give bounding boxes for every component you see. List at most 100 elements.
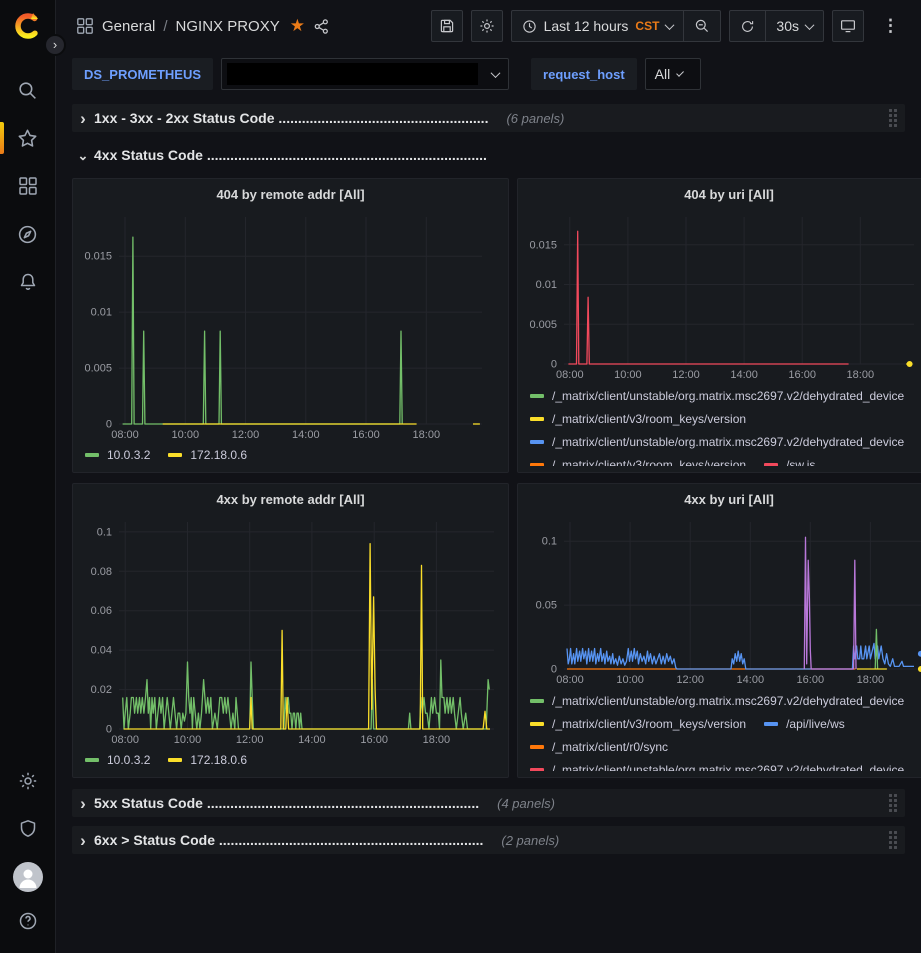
legend-label: 10.0.3.2 — [107, 448, 150, 462]
legend-item[interactable]: /_matrix/client/v3/room_keys/version — [530, 458, 746, 467]
time-series-chart[interactable]: 00.050.108:0010:0012:0014:0016:0018:00 — [518, 514, 921, 687]
legend-swatch — [764, 722, 778, 726]
row-panel-count: (6 panels) — [506, 111, 564, 126]
panel-404-by-uri: 404 by uri [All] 00.0050.010.01508:0010:… — [517, 178, 921, 473]
legend-item[interactable]: 10.0.3.2 — [85, 448, 150, 462]
chart-svg[interactable]: 00.0050.010.01508:0010:0012:0014:0016:00… — [79, 209, 490, 442]
time-series-chart[interactable]: 00.0050.010.01508:0010:0012:0014:0016:00… — [73, 209, 508, 442]
svg-text:16:00: 16:00 — [352, 429, 380, 441]
panel-legend: /_matrix/client/unstable/org.matrix.msc2… — [518, 382, 921, 466]
dashboard-settings-button[interactable] — [471, 10, 503, 42]
legend-row: /_matrix/client/v3/room_keys/version — [530, 407, 921, 430]
row-drag-handle[interactable] — [887, 792, 899, 814]
legend-item[interactable]: 172.18.0.6 — [168, 753, 247, 767]
sidebar-expand-button[interactable]: › — [44, 34, 66, 56]
variable-value-ds-prometheus[interactable] — [221, 58, 509, 90]
dashboard-header: General / NGINX PROXY ★ — [56, 0, 921, 52]
legend-item[interactable]: /sw.js — [764, 458, 815, 467]
dashboard-canvas: › 1xx - 3xx - 2xx Status Code ..........… — [56, 100, 921, 953]
panel-title[interactable]: 4xx by uri [All] — [518, 488, 921, 514]
legend-item[interactable]: /_matrix/client/v3/room_keys/version — [530, 412, 746, 426]
legend-swatch — [85, 758, 99, 762]
row-panel-count: (4 panels) — [497, 796, 555, 811]
time-series-chart[interactable]: 00.0050.010.01508:0010:0012:0014:0016:00… — [518, 209, 921, 382]
legend-row: /_matrix/client/v3/room_keys/version /sw… — [530, 453, 921, 466]
more-options-kebab-button[interactable]: ⋮ — [872, 16, 909, 36]
panel-title[interactable]: 404 by uri [All] — [518, 183, 921, 209]
legend-item[interactable]: /_matrix/client/v3/room_keys/version — [530, 717, 746, 731]
search-icon — [17, 80, 38, 101]
svg-text:0.05: 0.05 — [536, 600, 557, 612]
variable-value-request-host[interactable]: All — [645, 58, 701, 90]
sidebar-item-help[interactable] — [0, 901, 56, 941]
sidebar-item-configuration[interactable] — [0, 757, 56, 805]
legend-swatch — [168, 453, 182, 457]
panel-title[interactable]: 404 by remote addr [All] — [73, 183, 508, 209]
legend-item[interactable]: /api/live/ws — [764, 717, 845, 731]
apps-grid-icon[interactable] — [76, 17, 94, 35]
svg-text:0.1: 0.1 — [97, 526, 112, 538]
grafana-app: › — [0, 0, 921, 953]
sidebar-item-dashboards[interactable] — [0, 162, 56, 210]
sidebar-item-search[interactable] — [0, 66, 56, 114]
time-range-button[interactable]: Last 12 hours CST — [512, 11, 684, 41]
zoom-out-button[interactable] — [683, 11, 720, 41]
sidebar: › — [0, 0, 56, 953]
row-drag-handle[interactable] — [887, 829, 899, 851]
sidebar-item-server-admin[interactable] — [0, 805, 56, 853]
redacted-value — [227, 63, 478, 85]
header-actions: Last 12 hours CST 30s — [431, 10, 909, 42]
legend-label: /sw.js — [786, 458, 815, 467]
chart-svg[interactable]: 00.0050.010.01508:0010:0012:0014:0016:00… — [524, 209, 921, 382]
tv-mode-button[interactable] — [832, 10, 864, 42]
user-avatar[interactable] — [13, 862, 43, 892]
svg-text:08:00: 08:00 — [556, 369, 584, 381]
legend-item[interactable]: /_matrix/client/unstable/org.matrix.msc2… — [530, 389, 904, 403]
svg-text:0.01: 0.01 — [536, 279, 557, 291]
svg-text:0.015: 0.015 — [84, 251, 112, 263]
save-dashboard-button[interactable] — [431, 10, 463, 42]
legend-item[interactable]: /_matrix/client/unstable/org.matrix.msc2… — [530, 763, 904, 772]
legend-item[interactable]: /_matrix/client/r0/sync — [530, 740, 668, 754]
sidebar-item-explore[interactable] — [0, 210, 56, 258]
chart-svg[interactable]: 00.050.108:0010:0012:0014:0016:0018:00 — [524, 514, 921, 687]
share-icon[interactable] — [313, 18, 330, 35]
row-title: 6xx > Status Code ......................… — [94, 832, 483, 848]
row-drag-handle[interactable] — [887, 107, 899, 129]
variable-label-request-host[interactable]: request_host — [531, 58, 637, 90]
gear-icon — [18, 771, 38, 791]
svg-text:0.005: 0.005 — [84, 363, 112, 375]
legend-label: 10.0.3.2 — [107, 753, 150, 767]
legend-item[interactable]: 172.18.0.6 — [168, 448, 247, 462]
breadcrumb-folder[interactable]: General — [102, 18, 155, 35]
variable-label-ds-prometheus[interactable]: DS_PROMETHEUS — [72, 58, 213, 90]
chart-svg[interactable]: 00.020.040.060.080.108:0010:0012:0014:00… — [79, 514, 502, 747]
refresh-interval-dropdown[interactable]: 30s — [765, 11, 823, 41]
row-header-6xx[interactable]: › 6xx > Status Code ....................… — [72, 826, 905, 854]
legend-row: /_matrix/client/unstable/org.matrix.msc2… — [530, 758, 921, 771]
row-header-4xx[interactable]: ⌄ 4xx Status Code ......................… — [72, 141, 905, 169]
grafana-logo-icon[interactable] — [13, 10, 43, 40]
legend-item[interactable]: /_matrix/client/unstable/org.matrix.msc2… — [530, 694, 904, 708]
svg-text:0.02: 0.02 — [91, 684, 112, 696]
legend-row: /_matrix/client/unstable/org.matrix.msc2… — [530, 384, 921, 407]
sidebar-item-starred[interactable] — [0, 114, 56, 162]
panel-4xx-by-uri: 4xx by uri [All] 00.050.108:0010:0012:00… — [517, 483, 921, 778]
svg-text:08:00: 08:00 — [556, 674, 584, 686]
time-series-chart[interactable]: 00.020.040.060.080.108:0010:0012:0014:00… — [73, 514, 508, 747]
panel-grid: 404 by remote addr [All] 00.0050.010.015… — [72, 178, 905, 778]
legend-item[interactable]: /_matrix/client/unstable/org.matrix.msc2… — [530, 435, 904, 449]
row-title: 5xx Status Code ........................… — [94, 795, 479, 811]
star-outline-icon — [17, 128, 38, 149]
svg-text:0.1: 0.1 — [542, 536, 557, 548]
favorite-star-icon[interactable]: ★ — [290, 16, 305, 36]
svg-text:12:00: 12:00 — [232, 429, 260, 441]
row-header-1xx-3xx-2xx[interactable]: › 1xx - 3xx - 2xx Status Code ..........… — [72, 104, 905, 132]
refresh-button[interactable] — [730, 11, 765, 41]
svg-text:18:00: 18:00 — [857, 674, 885, 686]
legend-item[interactable]: 10.0.3.2 — [85, 753, 150, 767]
sidebar-item-alerting[interactable] — [0, 258, 56, 306]
panel-title[interactable]: 4xx by remote addr [All] — [73, 488, 508, 514]
row-header-5xx[interactable]: › 5xx Status Code ......................… — [72, 789, 905, 817]
legend-row: /_matrix/client/r0/sync — [530, 735, 921, 758]
